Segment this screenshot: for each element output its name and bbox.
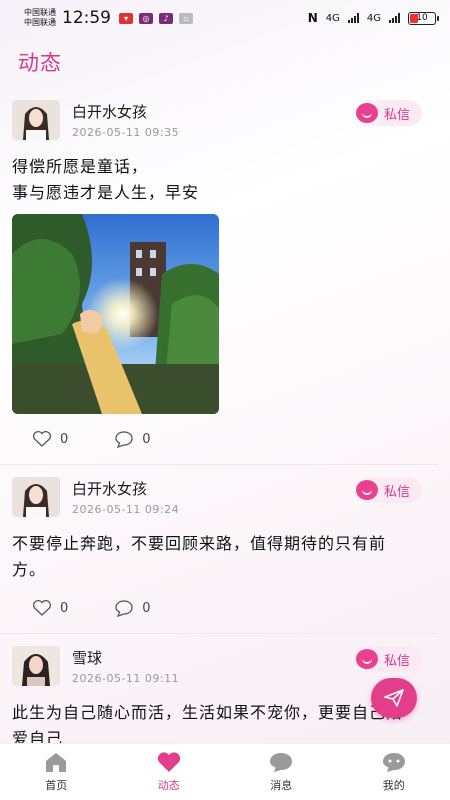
post-content: 得偿所愿是童话， 事与愿违才是人生，早安 [12,154,426,206]
post-image[interactable] [12,214,219,414]
battery-icon: 10 [408,11,439,25]
post-text-line: 得偿所愿是童话， [12,157,149,176]
like-button[interactable]: 0 [32,430,68,448]
avatar-image [12,477,60,517]
private-message-label: 私信 [383,653,410,669]
heart-icon [157,752,180,772]
notification-app-icon: ▫ [179,12,193,24]
notification-app-icon: ♪ [159,12,173,24]
tab-home[interactable]: 首页 [16,751,96,793]
bottom-tab-bar: 首页 动态 消息 我的 [0,743,450,800]
signal-icon [389,13,400,23]
post-text-line: 爱自己 [12,729,64,743]
like-count: 0 [60,431,69,447]
post-time: 2026-05-11 09:11 [72,672,180,685]
profile-icon [382,753,405,772]
comment-count: 0 [142,431,151,447]
post-item[interactable]: 白开水女孩 2026-05-11 09:35 私信 得偿所愿是童话， 事与愿违才… [0,88,438,465]
network-label-2: 4G [366,12,381,24]
post-text-line: 此生为自己随心而活，生活如果不宠你，更要自己陪 [12,703,404,722]
post-text-line: 方。 [12,560,47,579]
page-title: 动态 [18,51,62,75]
post-text-line: 事与愿违才是人生，早安 [12,183,200,202]
avatar[interactable] [12,477,60,517]
clock: 12:59 [62,8,111,28]
private-message-button[interactable]: 私信 [355,646,422,672]
post-text-line: 不要停止奔跑，不要回顾来路，值得期待的只有前 [12,534,387,553]
page-header: 动态 [18,44,62,80]
comment-button[interactable]: 0 [114,599,151,617]
post-time: 2026-05-11 09:24 [72,503,180,516]
notification-app-icon: ◎ [139,12,153,24]
comment-icon [115,431,133,448]
avatar[interactable] [12,100,60,140]
username[interactable]: 白开水女孩 [72,102,179,122]
private-message-label: 私信 [383,484,410,500]
avatar-image [12,646,60,686]
message-icon [355,480,378,500]
like-count: 0 [60,600,69,616]
nfc-icon: N [307,11,318,25]
private-message-button[interactable]: 私信 [355,100,422,126]
message-icon [355,103,378,123]
like-button[interactable]: 0 [32,599,68,617]
status-bar: 中国联通 中国联通 12:59 ▾ ◎ ♪ ▫ N 4G 4G 10 [0,0,450,36]
network-label-1: 4G [325,12,340,24]
notification-app-icon: ▾ [119,12,133,24]
publish-post-button[interactable] [371,678,417,718]
signal-icon [347,13,359,23]
tab-label: 我的 [382,779,405,792]
send-icon [384,689,404,707]
comment-button[interactable]: 0 [114,430,151,448]
private-message-label: 私信 [383,107,410,123]
post-item[interactable]: 白开水女孩 2026-05-11 09:24 私信 不要停止奔跑，不要回顾来路，… [0,465,438,634]
feed-list[interactable]: 白开水女孩 2026-05-11 09:35 私信 得偿所愿是童话， 事与愿违才… [0,88,450,743]
heart-outline-icon [32,599,52,616]
chat-icon [270,753,293,772]
tab-messages[interactable]: 消息 [241,751,321,793]
tab-label: 首页 [45,779,68,792]
tab-moments[interactable]: 动态 [129,751,209,793]
post-photo [12,214,219,414]
carrier-info: 中国联通 中国联通 [24,8,56,28]
username[interactable]: 雪球 [72,648,179,668]
post-content: 此生为自己随心而活，生活如果不宠你，更要自己陪 爱自己 [12,700,426,743]
battery-level: 10 [416,13,428,23]
tab-label: 动态 [157,779,180,792]
home-icon [46,753,67,772]
post-content: 不要停止奔跑，不要回顾来路，值得期待的只有前 方。 [12,531,426,583]
carrier-2: 中国联通 [24,18,56,27]
avatar[interactable] [12,646,60,686]
tab-label: 消息 [270,779,293,792]
post-time: 2026-05-11 09:35 [72,126,180,139]
carrier-1: 中国联通 [24,8,56,17]
username[interactable]: 白开水女孩 [72,479,179,499]
tab-profile[interactable]: 我的 [354,751,434,793]
heart-outline-icon [32,430,52,447]
avatar-image [12,100,60,140]
message-icon [355,649,378,669]
private-message-button[interactable]: 私信 [355,477,422,503]
comment-count: 0 [142,600,151,616]
comment-icon [115,600,133,617]
